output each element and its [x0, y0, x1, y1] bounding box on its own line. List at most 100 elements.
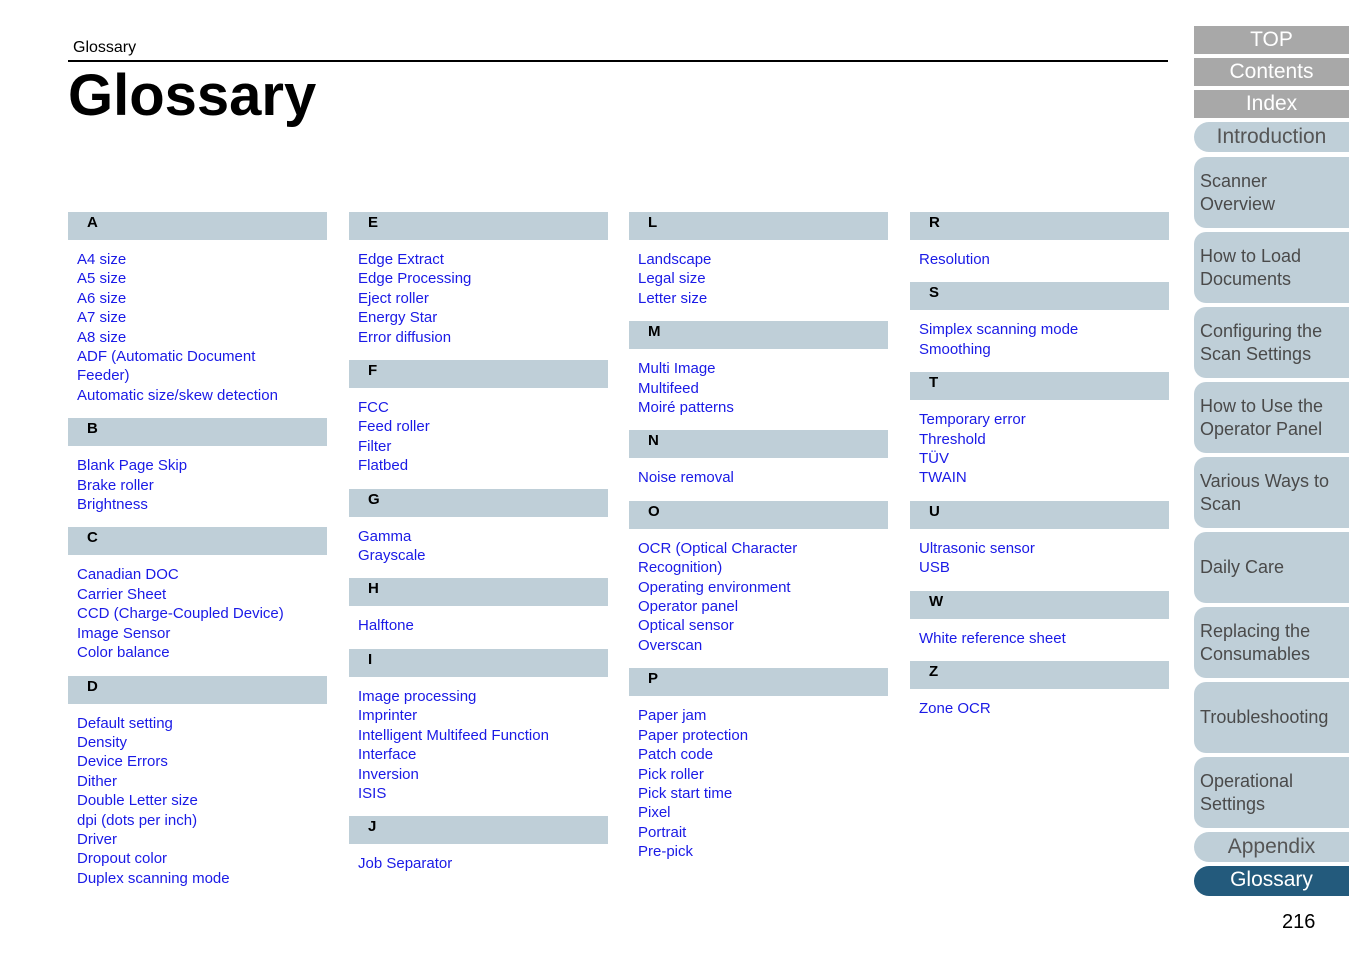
glossary-term-link[interactable]: Edge Extract: [358, 250, 608, 269]
nav-appendix-tab[interactable]: Appendix: [1194, 832, 1349, 862]
glossary-term-link[interactable]: Overscan: [638, 636, 888, 655]
glossary-term-link[interactable]: USB: [919, 558, 1169, 577]
glossary-term-link[interactable]: A5 size: [77, 269, 327, 288]
glossary-term-link[interactable]: Eject roller: [358, 289, 608, 308]
glossary-term-link[interactable]: Threshold: [919, 430, 1169, 449]
glossary-term-link[interactable]: dpi (dots per inch): [77, 811, 327, 830]
glossary-term-link[interactable]: Zone OCR: [919, 699, 1169, 718]
glossary-term-link[interactable]: Pre-pick: [638, 842, 888, 861]
glossary-term-link[interactable]: Ultrasonic sensor: [919, 539, 1169, 558]
nav-chapter-tab[interactable]: Various Ways to Scan: [1194, 457, 1349, 528]
glossary-term-link[interactable]: Optical sensor: [638, 616, 888, 635]
glossary-section-w: W White reference sheet: [910, 590, 1169, 661]
glossary-term-link[interactable]: Moiré patterns: [638, 398, 888, 417]
glossary-term-link[interactable]: ADF (Automatic Document: [77, 347, 327, 366]
nav-chapter-tab[interactable]: How to Load Documents: [1194, 232, 1349, 303]
glossary-term-link[interactable]: White reference sheet: [919, 629, 1169, 648]
glossary-term-link[interactable]: Intelligent Multifeed Function: [358, 726, 608, 745]
glossary-term-link[interactable]: Canadian DOC: [77, 565, 327, 584]
glossary-term-link[interactable]: Carrier Sheet: [77, 585, 327, 604]
nav-chapter-tab[interactable]: Troubleshooting: [1194, 682, 1349, 753]
glossary-term-link[interactable]: Imprinter: [358, 706, 608, 725]
nav-contents-button[interactable]: Contents: [1194, 58, 1349, 86]
glossary-term-link[interactable]: Blank Page Skip: [77, 456, 327, 475]
glossary-term-link[interactable]: Brightness: [77, 495, 327, 514]
glossary-term-link[interactable]: Job Separator: [358, 854, 608, 873]
glossary-term-link[interactable]: Letter size: [638, 289, 888, 308]
glossary-term-link[interactable]: Feeder): [77, 366, 327, 385]
glossary-term-link[interactable]: CCD (Charge-Coupled Device): [77, 604, 327, 623]
nav-chapter-tab[interactable]: Scanner Overview: [1194, 157, 1349, 228]
glossary-term-link[interactable]: Grayscale: [358, 546, 608, 565]
glossary-term-link[interactable]: Pixel: [638, 803, 888, 822]
glossary-term-link[interactable]: Operator panel: [638, 597, 888, 616]
glossary-term-link[interactable]: Edge Processing: [358, 269, 608, 288]
glossary-term-link[interactable]: Error diffusion: [358, 328, 608, 347]
glossary-term-link[interactable]: Smoothing: [919, 340, 1169, 359]
nav-introduction-tab[interactable]: Introduction: [1194, 122, 1349, 152]
glossary-term-link[interactable]: Interface: [358, 745, 608, 764]
glossary-term-link[interactable]: Noise removal: [638, 468, 888, 487]
glossary-section-m: M Multi Image Multifeed Moiré patterns: [629, 321, 888, 430]
glossary-term-link[interactable]: Brake roller: [77, 476, 327, 495]
nav-chapter-tab[interactable]: Daily Care: [1194, 532, 1349, 603]
glossary-section-a: A A4 size A5 size A6 size A7 size A8 size ADF …: [68, 212, 327, 418]
glossary-term-link[interactable]: ISIS: [358, 784, 608, 803]
glossary-term-link[interactable]: Patch code: [638, 745, 888, 764]
glossary-term-link[interactable]: Image Sensor: [77, 624, 327, 643]
glossary-term-link[interactable]: Device Errors: [77, 752, 327, 771]
glossary-term-link[interactable]: Landscape: [638, 250, 888, 269]
glossary-term-link[interactable]: Simplex scanning mode: [919, 320, 1169, 339]
section-letter-header: J: [349, 816, 608, 845]
glossary-term-link[interactable]: Paper jam: [638, 706, 888, 725]
glossary-term-link[interactable]: Temporary error: [919, 410, 1169, 429]
glossary-term-link[interactable]: Portrait: [638, 823, 888, 842]
glossary-term-link[interactable]: Legal size: [638, 269, 888, 288]
glossary-term-link[interactable]: Image processing: [358, 687, 608, 706]
glossary-term-link[interactable]: A4 size: [77, 250, 327, 269]
glossary-term-link[interactable]: Dropout color: [77, 849, 327, 868]
glossary-term-link[interactable]: Energy Star: [358, 308, 608, 327]
glossary-term-link[interactable]: Multi Image: [638, 359, 888, 378]
glossary-term-link[interactable]: Default setting: [77, 714, 327, 733]
glossary-term-link[interactable]: Paper protection: [638, 726, 888, 745]
glossary-term-link[interactable]: Multifeed: [638, 379, 888, 398]
glossary-term-link[interactable]: Driver: [77, 830, 327, 849]
glossary-term-link[interactable]: Duplex scanning mode: [77, 869, 327, 888]
glossary-term-link[interactable]: Flatbed: [358, 456, 608, 475]
glossary-term-link[interactable]: Halftone: [358, 616, 608, 635]
glossary-term-link[interactable]: Recognition): [638, 558, 888, 577]
nav-glossary-tab[interactable]: Glossary: [1194, 866, 1349, 896]
nav-chapter-tab[interactable]: Replacing the Consumables: [1194, 607, 1349, 678]
section-letter-header: P: [629, 668, 888, 697]
glossary-term-link[interactable]: Pick roller: [638, 765, 888, 784]
glossary-term-link[interactable]: Automatic size/skew detection: [77, 386, 327, 405]
glossary-term-link[interactable]: Double Letter size: [77, 791, 327, 810]
nav-chapter-tab[interactable]: Operational Settings: [1194, 757, 1349, 828]
glossary-term-link[interactable]: Resolution: [919, 250, 1169, 269]
glossary-term-link[interactable]: Operating environment: [638, 578, 888, 597]
glossary-term-link[interactable]: A7 size: [77, 308, 327, 327]
nav-chapter-label: Replacing the Consumables: [1200, 620, 1311, 664]
glossary-term-link[interactable]: Filter: [358, 437, 608, 456]
glossary-term-link[interactable]: Feed roller: [358, 417, 608, 436]
glossary-term-link[interactable]: OCR (Optical Character: [638, 539, 888, 558]
section-letter-header: H: [349, 578, 608, 607]
glossary-term-link[interactable]: Pick start time: [638, 784, 888, 803]
glossary-term-link[interactable]: Gamma: [358, 527, 608, 546]
glossary-term-link[interactable]: TWAIN: [919, 468, 1169, 487]
glossary-term-link[interactable]: Color balance: [77, 643, 327, 662]
glossary-term-link[interactable]: Dither: [77, 772, 327, 791]
glossary-term-link[interactable]: Inversion: [358, 765, 608, 784]
nav-chapter-tab[interactable]: Configuring the Scan Settings: [1194, 307, 1349, 378]
glossary-term-link[interactable]: A6 size: [77, 289, 327, 308]
nav-top-button[interactable]: TOP: [1194, 26, 1349, 54]
page-title: Glossary: [68, 63, 317, 128]
glossary-term-link[interactable]: Density: [77, 733, 327, 752]
glossary-term-link[interactable]: A8 size: [77, 328, 327, 347]
glossary-term-link[interactable]: TÜV: [919, 449, 1169, 468]
nav-chapter-label: Daily Care: [1200, 557, 1285, 577]
glossary-term-link[interactable]: FCC: [358, 398, 608, 417]
nav-chapter-tab[interactable]: How to Use the Operator Panel: [1194, 382, 1349, 453]
nav-index-button[interactable]: Index: [1194, 90, 1349, 118]
